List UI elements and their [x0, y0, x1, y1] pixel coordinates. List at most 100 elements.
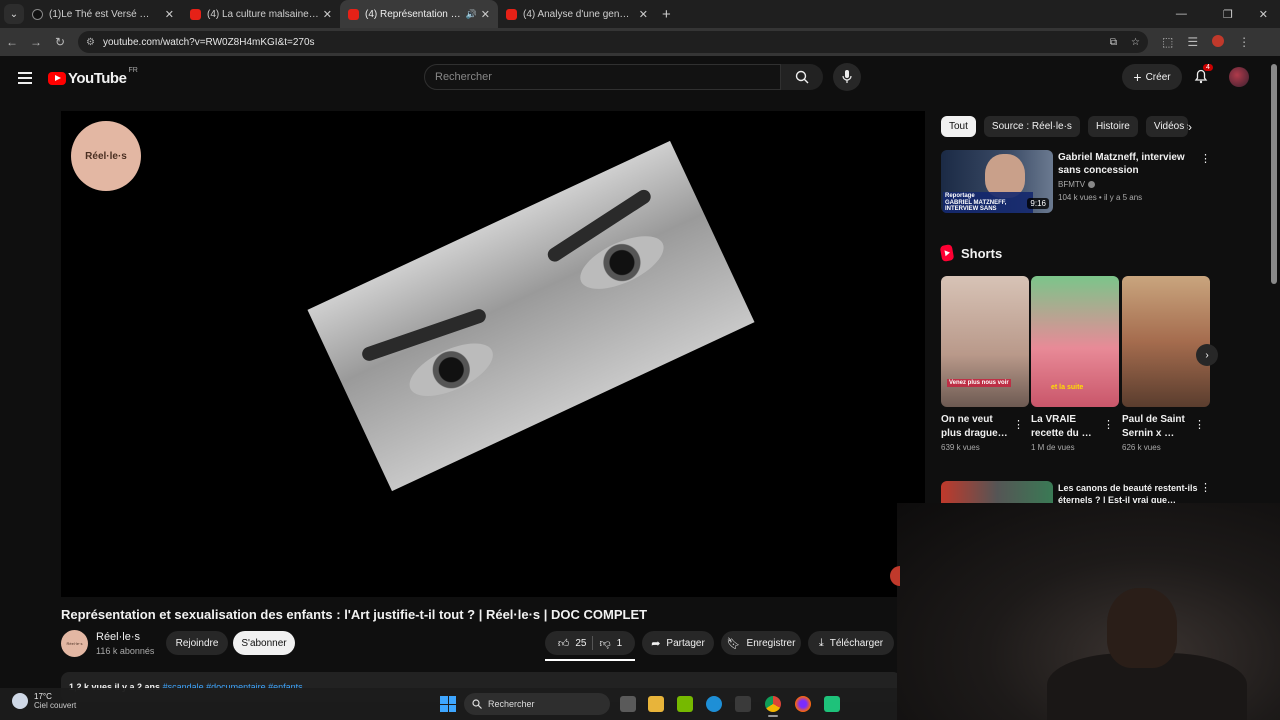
search-input[interactable]: Rechercher [424, 64, 781, 90]
edge-icon[interactable] [706, 696, 722, 712]
channel-avatar[interactable]: Réel·le·s [61, 630, 88, 657]
hamburger-menu-icon[interactable] [18, 69, 32, 87]
more-options-icon[interactable]: ⋮ [1194, 418, 1205, 431]
browser-tab[interactable]: (4) Analyse d'une genèse : le "G ✕ [498, 0, 656, 28]
short-title[interactable]: On ne veut plus drague… [941, 413, 1011, 441]
recommended-title[interactable]: Les canons de beauté restent-ils éternel… [1058, 482, 1198, 505]
join-button[interactable]: Rejoindre [166, 631, 228, 655]
close-icon[interactable]: ✕ [165, 8, 174, 21]
thumbnail-caption: Reportage GABRIEL MATZNEFF, INTERVIEW SAN… [943, 192, 1033, 213]
browser-tab[interactable]: (4) La culture malsaine du kawaï ✕ [182, 0, 340, 28]
dislike-button[interactable]: 👎︎ 1 [599, 637, 622, 650]
close-icon[interactable]: ✕ [639, 8, 648, 21]
short-overlay-text: et la suite [1051, 384, 1084, 391]
profile-avatar[interactable] [1212, 35, 1225, 47]
close-icon[interactable]: ✕ [323, 8, 332, 21]
more-options-icon[interactable]: ⋮ [1013, 418, 1024, 431]
bookmark-star-icon[interactable]: ☆ [1131, 37, 1140, 48]
page-scrollbar[interactable] [1271, 64, 1277, 284]
speaker-icon[interactable]: 🔊 [466, 9, 477, 20]
chip-all[interactable]: Tout [941, 116, 976, 137]
save-label: Enregistrer [746, 637, 796, 649]
short-title[interactable]: Paul de Saint Sernin x … [1122, 413, 1192, 441]
video-thumbnail[interactable]: Reportage GABRIEL MATZNEFF, INTERVIEW SAN… [941, 150, 1053, 213]
subscribe-button[interactable]: S'abonner [233, 631, 295, 655]
channel-watermark[interactable]: Réel·le·s [71, 121, 141, 191]
task-view-icon[interactable] [620, 696, 636, 712]
tab-title: (4) Analyse d'une genèse : le "G [523, 8, 635, 20]
window-controls: — ❐ ✕ [1176, 8, 1280, 21]
file-explorer-icon[interactable] [648, 696, 664, 712]
reading-list-icon[interactable]: ☰ [1187, 35, 1198, 49]
youtube-logo[interactable]: YouTube FR [48, 67, 138, 87]
bookmark-icon: 🔖︎ [726, 637, 741, 650]
tab-title: (4) Représentation et sexualisation [365, 8, 462, 20]
chip-source[interactable]: Source : Réel·le·s [983, 116, 1080, 137]
shorts-label: Shorts [961, 245, 1003, 261]
reload-icon[interactable]: ↻ [48, 35, 72, 49]
extensions-icon[interactable]: ⬚ [1162, 35, 1173, 49]
store-icon[interactable] [735, 696, 751, 712]
chevron-right-icon[interactable]: › [1188, 120, 1192, 134]
temperature: 17°C [34, 692, 52, 701]
search-button[interactable] [781, 64, 823, 90]
thumbs-up-icon: 👍︎ [557, 637, 570, 650]
close-window-icon[interactable]: ✕ [1259, 8, 1268, 21]
firefox-icon[interactable] [795, 696, 811, 712]
browser-tab-strip: ⌄ (1)Le Thé est Versé 🫖 🍵 😊 (0 ✕ (4) La … [0, 0, 1280, 28]
plus-icon: + [1133, 69, 1142, 85]
windows-start-icon[interactable] [440, 696, 456, 712]
new-tab-icon[interactable]: + [662, 6, 671, 23]
short-views: 639 k vues [941, 443, 980, 452]
taskbar-search-label: Rechercher [488, 699, 535, 709]
like-button[interactable]: 👍︎ 25 [558, 637, 587, 650]
tab-search-button[interactable]: ⌄ [4, 4, 24, 24]
browser-toolbar: ← → ↻ ⚙ youtube.com/watch?v=RW0Z8H4mKGI&… [0, 28, 1280, 56]
chrome-icon[interactable] [765, 696, 781, 717]
shorts-next-button[interactable]: › [1196, 344, 1218, 366]
site-info-icon[interactable]: ⚙ [86, 37, 95, 48]
short-thumbnail[interactable] [1122, 276, 1210, 407]
recommended-title[interactable]: Gabriel Matzneff, interview sans concess… [1058, 151, 1198, 177]
voice-search-button[interactable] [833, 63, 861, 91]
weather-widget[interactable]: 17°C Ciel couvert [12, 692, 76, 710]
account-avatar[interactable] [1229, 67, 1249, 87]
short-thumbnail[interactable]: Venez plus nous voir [941, 276, 1029, 407]
download-button[interactable]: ⤓ Télécharger [808, 631, 894, 655]
nvidia-icon[interactable] [677, 696, 693, 712]
short-title[interactable]: La VRAIE recette du … [1031, 413, 1101, 441]
thumbnail-headline: GABRIEL MATZNEFF, INTERVIEW SANS CONCESS… [945, 199, 1007, 213]
app-icon[interactable] [824, 696, 840, 712]
more-options-icon[interactable]: ⋮ [1103, 418, 1114, 431]
back-icon[interactable]: ← [0, 35, 24, 49]
recommended-video[interactable]: Reportage GABRIEL MATZNEFF, INTERVIEW SAN… [941, 150, 1211, 214]
more-options-icon[interactable]: ⋮ [1200, 152, 1211, 165]
more-options-icon[interactable]: ⋮ [1200, 481, 1211, 494]
like-count: 25 [575, 637, 587, 649]
address-bar[interactable]: ⚙ youtube.com/watch?v=RW0Z8H4mKGI&t=270s… [78, 31, 1148, 53]
install-icon[interactable]: ⧉ [1110, 37, 1117, 48]
recommended-video[interactable]: Les canons de beauté restent-ils éternel… [941, 481, 1211, 505]
short-thumbnail[interactable]: et la suite [1031, 276, 1119, 407]
notifications-button[interactable]: 4 [1193, 64, 1213, 86]
create-button[interactable]: + Créer [1122, 64, 1182, 90]
save-button[interactable]: 🔖︎ Enregistrer [721, 631, 801, 655]
taskbar-search[interactable]: Rechercher [464, 693, 610, 715]
browser-tab[interactable]: (1)Le Thé est Versé 🫖 🍵 😊 (0 ✕ [24, 0, 182, 28]
logo-text: YouTube [68, 69, 127, 87]
video-player[interactable]: Réel·le·s [61, 111, 925, 597]
youtube-icon [348, 8, 359, 20]
microphone-icon [842, 70, 852, 83]
chip-videos[interactable]: Vidéos s [1145, 116, 1188, 137]
menu-dots-icon[interactable]: ⋮ [1238, 35, 1250, 49]
recommended-channel[interactable]: BFMTV [1058, 180, 1096, 189]
video-thumbnail[interactable] [941, 481, 1053, 505]
channel-name[interactable]: Réel·le·s [96, 631, 140, 643]
minimize-icon[interactable]: — [1176, 8, 1187, 21]
share-button[interactable]: ➦ Partager [642, 631, 714, 655]
close-icon[interactable]: ✕ [481, 8, 490, 21]
forward-icon[interactable]: → [24, 35, 48, 49]
browser-tab-active[interactable]: (4) Représentation et sexualisation 🔊 ✕ [340, 0, 498, 28]
chip-history[interactable]: Histoire [1087, 116, 1138, 137]
maximize-icon[interactable]: ❐ [1223, 8, 1233, 21]
